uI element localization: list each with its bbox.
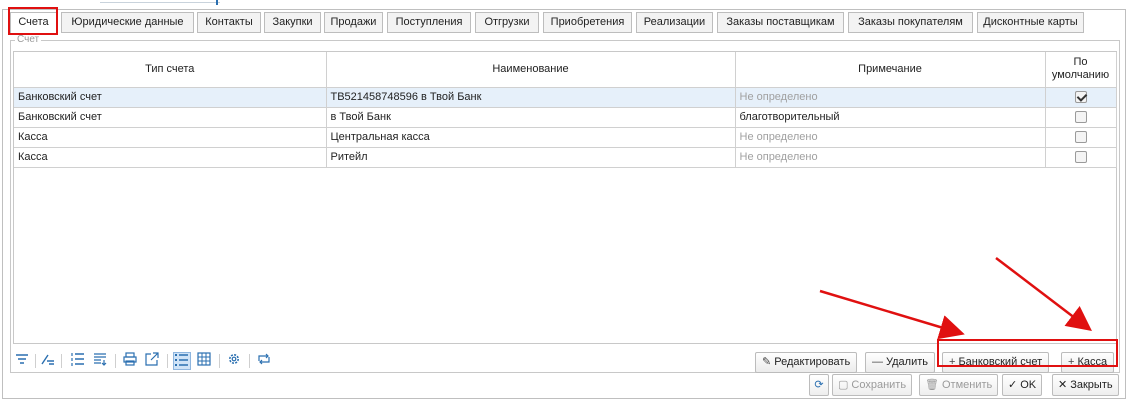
- delete-button[interactable]: — Удалить: [865, 352, 935, 373]
- default-checkbox[interactable]: [1074, 91, 1087, 104]
- cell-note[interactable]: благотворительный: [735, 107, 1046, 128]
- table-row[interactable]: Касса Центральная касса Не определено: [14, 127, 1117, 148]
- cell-default[interactable]: [1045, 107, 1117, 128]
- accounts-panel: Счет Тип счета Наименование Примечание П…: [10, 34, 1120, 373]
- cell-name[interactable]: Центральная касса: [326, 127, 736, 148]
- checkmark-icon: ✓: [1008, 379, 1018, 391]
- refresh-icon: ⟳: [814, 379, 824, 391]
- column-header-default[interactable]: По умолчанию: [1045, 52, 1117, 88]
- toolbar-divider: [35, 354, 36, 368]
- tab-legal-data[interactable]: Юридические данные: [61, 12, 194, 33]
- numbered-list-icon[interactable]: [69, 352, 87, 370]
- tab-realizations[interactable]: Реализации: [636, 12, 713, 33]
- cell-name[interactable]: Ритейл: [326, 147, 736, 168]
- save-icon: ▢: [838, 379, 849, 391]
- panel-legend: Счет: [15, 34, 42, 45]
- default-checkbox[interactable]: [1074, 151, 1087, 164]
- edit-button[interactable]: ✎ Редактировать: [755, 352, 858, 373]
- gear-icon[interactable]: [225, 352, 243, 370]
- trash-icon: 🗑: [925, 379, 939, 391]
- card-form: Счета Юридические данные Контакты Закупк…: [2, 9, 1126, 399]
- cell-name[interactable]: ТВ521458748596 в Твой Банк: [326, 87, 736, 108]
- ok-button-label: OK: [1020, 379, 1037, 391]
- print-icon[interactable]: [121, 352, 139, 370]
- edit-button-label: Редактировать: [774, 356, 851, 368]
- group-icon[interactable]: [91, 352, 109, 370]
- cell-default[interactable]: [1045, 127, 1117, 148]
- tab-supplier-orders[interactable]: Заказы поставщикам: [717, 12, 844, 33]
- add-bank-account-button[interactable]: + Банковский счет: [942, 352, 1050, 373]
- save-button[interactable]: ▢ Сохранить: [832, 374, 913, 396]
- tab-shipments[interactable]: Отгрузки: [475, 12, 539, 33]
- accounts-grid: Тип счета Наименование Примечание По умо…: [13, 51, 1117, 344]
- tab-discount-cards[interactable]: Дисконтные карты: [977, 12, 1084, 33]
- cell-note[interactable]: Не определено: [735, 147, 1046, 168]
- close-icon: ✕: [1058, 379, 1068, 391]
- toolbar-divider: [219, 354, 220, 368]
- cell-default[interactable]: [1045, 147, 1117, 168]
- window-top-strip: [0, 0, 1129, 9]
- close-button[interactable]: ✕ Закрыть: [1052, 374, 1119, 396]
- tab-purchases[interactable]: Закупки: [264, 12, 321, 33]
- minus-icon: —: [872, 356, 883, 368]
- add-cash-button[interactable]: + Касса: [1061, 352, 1115, 373]
- table-view-icon[interactable]: [195, 352, 213, 370]
- cancel-button-label: Отменить: [941, 379, 993, 391]
- default-checkbox[interactable]: [1074, 111, 1087, 124]
- column-header-note[interactable]: Примечание: [735, 52, 1046, 88]
- refresh-icon[interactable]: [255, 352, 273, 370]
- tab-sales[interactable]: Продажи: [324, 12, 383, 33]
- ok-button[interactable]: ✓ OK: [1002, 374, 1043, 396]
- cancel-button[interactable]: 🗑 Отменить: [919, 374, 999, 396]
- plus-icon: +: [949, 356, 956, 368]
- header-accent-mark: [216, 0, 218, 5]
- cell-note[interactable]: Не определено: [735, 87, 1046, 108]
- cell-name[interactable]: в Твой Банк: [326, 107, 736, 128]
- plus-icon: +: [1068, 356, 1075, 368]
- filter-icon[interactable]: [13, 352, 31, 370]
- close-button-label: Закрыть: [1070, 379, 1113, 391]
- pencil-icon: ✎: [762, 356, 772, 368]
- tab-customer-orders[interactable]: Заказы покупателям: [848, 12, 973, 33]
- toolbar-divider: [249, 354, 250, 368]
- table-row[interactable]: Касса Ритейл Не определено: [14, 147, 1117, 168]
- header-divider: [100, 0, 220, 3]
- cell-note[interactable]: Не определено: [735, 127, 1046, 148]
- table-row[interactable]: Банковский счет в Твой Банк благотворите…: [14, 107, 1117, 128]
- tab-accounts[interactable]: Счета: [10, 12, 57, 34]
- delete-button-label: Удалить: [886, 356, 928, 368]
- table-row[interactable]: Банковский счет ТВ521458748596 в Твой Ба…: [14, 87, 1117, 108]
- cell-type[interactable]: Банковский счет: [14, 107, 327, 128]
- default-checkbox[interactable]: [1074, 131, 1087, 144]
- list-view-icon[interactable]: [173, 352, 191, 370]
- tab-receipts[interactable]: Поступления: [387, 12, 471, 33]
- accounts-table: Тип счета Наименование Примечание По умо…: [14, 52, 1117, 168]
- filter-clear-icon[interactable]: [39, 352, 57, 370]
- export-icon[interactable]: [143, 352, 161, 370]
- grid-toolbar: ✎ Редактировать — Удалить + Банковский счет…: [11, 349, 1119, 373]
- toolbar-divider: [167, 354, 168, 368]
- add-cash-label: Касса: [1077, 356, 1108, 368]
- save-button-label: Сохранить: [851, 379, 907, 391]
- cell-type[interactable]: Касса: [14, 127, 327, 148]
- toolbar-divider: [61, 354, 62, 368]
- cell-default[interactable]: [1045, 87, 1117, 108]
- column-header-name[interactable]: Наименование: [326, 52, 736, 88]
- refresh-button[interactable]: ⟳: [809, 374, 829, 396]
- table-header-row: Тип счета Наименование Примечание По умо…: [14, 52, 1117, 88]
- tab-acquisitions[interactable]: Приобретения: [543, 12, 632, 33]
- cell-type[interactable]: Банковский счет: [14, 87, 327, 108]
- tab-contacts[interactable]: Контакты: [197, 12, 261, 33]
- cell-type[interactable]: Касса: [14, 147, 327, 168]
- add-bank-account-label: Банковский счет: [958, 356, 1043, 368]
- column-header-type[interactable]: Тип счета: [14, 52, 327, 88]
- toolbar-divider: [115, 354, 116, 368]
